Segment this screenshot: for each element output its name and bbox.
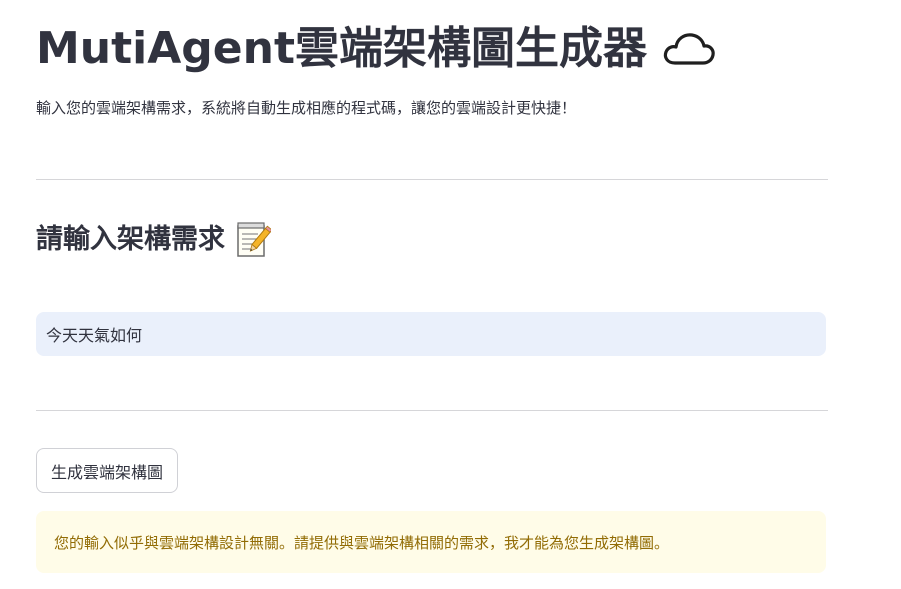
- generate-button-label: 生成雲端架構圖: [51, 462, 164, 482]
- generate-diagram-button[interactable]: 生成雲端架構圖: [36, 448, 179, 493]
- requirement-input[interactable]: 今天天氣如何: [36, 312, 826, 356]
- warning-alert: 您的輸入似乎與雲端架構設計無關。請提供與雲端架構相關的需求，我才能為您生成架構圖…: [36, 511, 826, 573]
- section-header: 請輸入架構需求: [36, 220, 273, 260]
- divider: [36, 410, 828, 411]
- title-row: MutiAgent雲端架構圖生成器: [36, 20, 717, 78]
- app-page: MutiAgent雲端架構圖生成器 輸入您的雲端架構需求，系統將自動生成相應的程…: [0, 0, 901, 589]
- warning-message: 您的輸入似乎與雲端架構設計無關。請提供與雲端架構相關的需求，我才能為您生成架構圖…: [54, 533, 670, 552]
- page-subtitle: 輸入您的雲端架構需求，系統將自動生成相應的程式碼，讓您的雲端設計更快捷！: [36, 99, 577, 117]
- page-title: MutiAgent雲端架構圖生成器: [36, 23, 647, 74]
- divider: [36, 179, 828, 180]
- section-title: 請輸入架構需求: [36, 224, 225, 255]
- cloud-icon: [661, 29, 717, 69]
- memo-icon: [235, 221, 273, 259]
